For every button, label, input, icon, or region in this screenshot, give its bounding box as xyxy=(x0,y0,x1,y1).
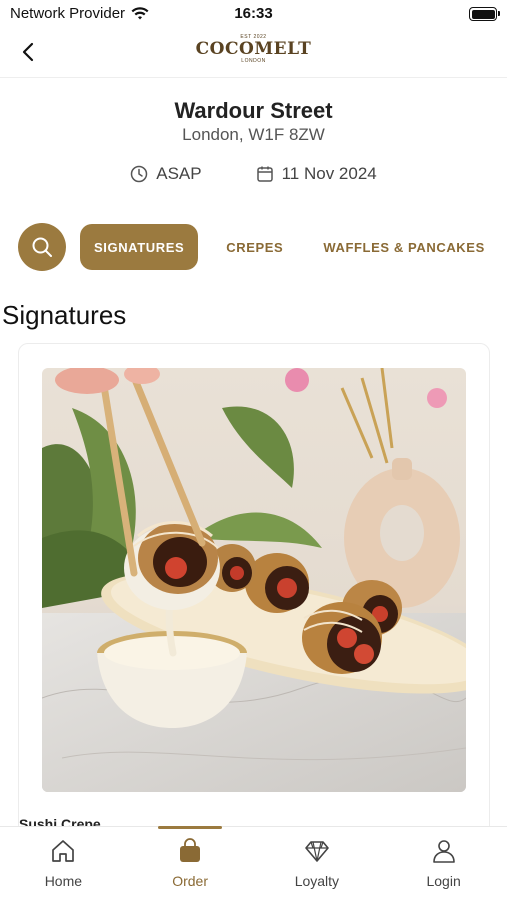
tab-loyalty-label: Loyalty xyxy=(294,873,340,889)
clock: 16:33 xyxy=(234,5,273,22)
logo-name: COCOMELT xyxy=(195,39,312,59)
category-chip-waffles-pancakes[interactable]: WAFFLES & PANCAKES xyxy=(309,224,499,270)
tab-home-label: Home xyxy=(44,873,83,889)
order-meta: ASAP 11 Nov 2024 xyxy=(0,164,507,184)
tab-login-label: Login xyxy=(426,873,461,889)
tab-loyalty[interactable]: Loyalty xyxy=(254,827,381,900)
product-card[interactable] xyxy=(18,343,490,863)
category-chip-signatures[interactable]: SIGNATURES xyxy=(80,224,199,270)
user-icon xyxy=(430,837,458,865)
home-icon xyxy=(49,837,77,865)
logo-city: LONDON xyxy=(241,58,266,64)
category-chip-crepes[interactable]: CREPES xyxy=(212,224,297,270)
product-image xyxy=(42,368,466,792)
order-time[interactable]: ASAP xyxy=(130,164,202,184)
store-address: London, W1F 8ZW xyxy=(182,125,325,144)
bottom-tab-bar: Home Order Loyalty Login xyxy=(0,826,507,900)
clock-icon xyxy=(130,165,148,183)
nav-header: EST 2022 COCOMELT LONDON xyxy=(0,28,507,78)
status-bar: Network Provider 16:33 xyxy=(0,0,507,28)
active-tab-indicator xyxy=(158,826,223,829)
section-title: Signatures xyxy=(2,300,127,330)
diamond-icon xyxy=(303,837,331,865)
category-filter: SIGNATURES CREPES WAFFLES & PANCAKES xyxy=(18,223,499,271)
order-time-label: ASAP xyxy=(156,164,202,183)
tab-login[interactable]: Login xyxy=(380,827,507,900)
tab-order[interactable]: Order xyxy=(127,826,254,900)
battery-icon xyxy=(469,7,500,21)
brand-logo: EST 2022 COCOMELT LONDON xyxy=(0,34,507,64)
order-date[interactable]: 11 Nov 2024 xyxy=(256,164,377,184)
search-icon xyxy=(32,237,52,257)
bag-icon xyxy=(176,837,204,865)
store-name: Wardour Street xyxy=(174,98,333,123)
calendar-icon xyxy=(256,166,273,182)
tab-order-label: Order xyxy=(172,873,209,889)
search-button[interactable] xyxy=(18,223,66,271)
order-date-label: 11 Nov 2024 xyxy=(281,164,377,183)
tab-home[interactable]: Home xyxy=(0,827,127,900)
